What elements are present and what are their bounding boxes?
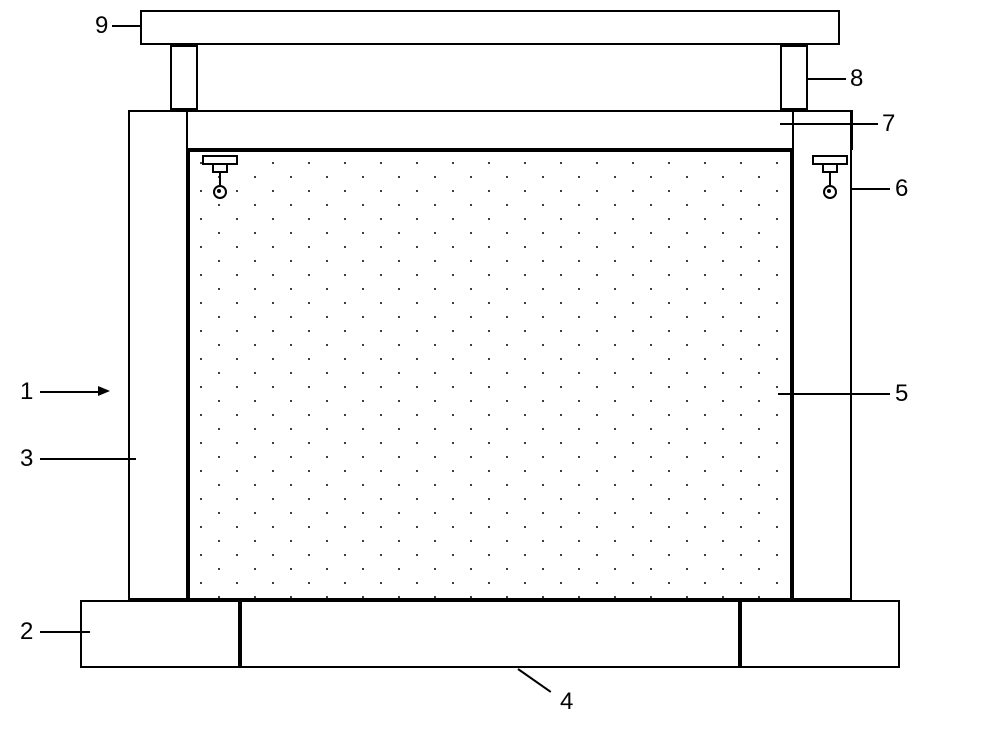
leader-6 [850,188,890,190]
base-right [740,600,900,668]
leader-7 [780,123,878,125]
base-left-2 [80,600,240,668]
label-3: 3 [20,445,33,473]
label-4: 4 [560,688,573,716]
leader-2 [40,631,90,633]
label-1: 1 [20,378,33,406]
pulley-left [200,155,240,205]
base-middle-4 [240,600,740,668]
support-post-left [170,45,198,110]
label-8: 8 [850,65,863,93]
leader-8 [808,78,846,80]
top-bar-7 [128,110,853,150]
technical-diagram: 9 8 7 6 5 1 3 2 4 [80,10,960,710]
leader-4 [517,668,551,693]
support-post-right-8 [780,45,808,110]
arrow-1-icon [98,386,110,396]
label-9: 9 [95,12,108,40]
label-6: 6 [895,175,908,203]
leader-3 [40,458,136,460]
top-plate-9 [140,10,840,45]
dotted-panel-5 [188,150,792,600]
leader-5 [778,393,890,395]
leader-9 [112,25,140,27]
leader-1 [40,391,100,393]
pulley-right-6 [810,155,850,205]
left-column-3 [128,110,188,600]
label-7: 7 [882,110,895,138]
label-5: 5 [895,380,908,408]
label-2: 2 [20,618,33,646]
